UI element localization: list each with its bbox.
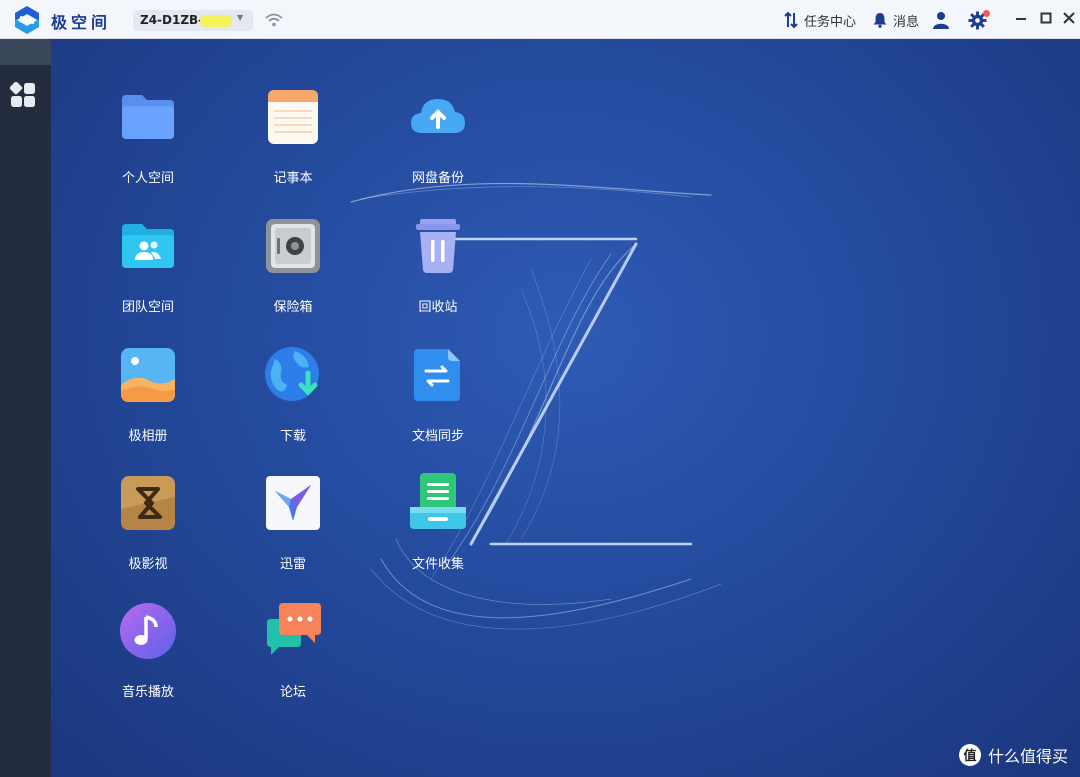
app-name: 极空间	[51, 13, 112, 32]
app-tile[interactable]: 下载	[238, 345, 348, 463]
user-icon[interactable]	[932, 11, 950, 29]
team-folder-icon	[122, 224, 174, 268]
app-label: 极影视	[128, 557, 168, 572]
app-tile[interactable]: 音乐播放	[93, 601, 203, 719]
app-label: 文档同步	[411, 429, 464, 444]
task-center-button[interactable]: 任务中心	[783, 10, 856, 30]
app-tile[interactable]: 文件收集	[383, 473, 493, 591]
forum-icon	[267, 603, 321, 655]
trash-icon	[416, 219, 460, 273]
device-name: Z4-D1ZB-	[140, 13, 204, 27]
app-label: 文件收集	[411, 557, 464, 572]
app-label: 记事本	[273, 171, 313, 186]
app-tile[interactable]: 个人空间	[93, 87, 203, 205]
app-label: 音乐播放	[121, 685, 174, 700]
thunder-bird-icon	[266, 476, 320, 530]
smzdm-logo-icon: 值	[958, 744, 981, 766]
app-tile[interactable]: 回收站	[383, 216, 493, 334]
settings-button[interactable]	[968, 10, 990, 30]
device-selector[interactable]: Z4-D1ZB- ▼	[133, 10, 253, 31]
notepad-icon	[268, 90, 318, 144]
bell-icon	[873, 13, 887, 28]
messages-label: 消息	[893, 14, 920, 30]
app-label: 网盘备份	[411, 171, 464, 186]
video-icon	[121, 476, 175, 530]
close-icon[interactable]	[1061, 10, 1077, 26]
watermark-text: 什么值得买	[987, 747, 1068, 766]
watermark: 值 什么值得买	[958, 743, 1068, 767]
app-label: 迅雷	[279, 557, 306, 572]
app-label: 团队空间	[121, 300, 174, 315]
messages-button[interactable]: 消息	[872, 10, 919, 30]
app-label: 回收站	[418, 300, 458, 315]
app-tile[interactable]: 保险箱	[238, 216, 348, 334]
app-tile[interactable]: 记事本	[238, 87, 348, 205]
file-collect-icon	[410, 473, 466, 529]
app-label: 论坛	[279, 685, 306, 700]
app-tile[interactable]: 团队空间	[93, 216, 203, 334]
folder-icon	[122, 95, 174, 139]
left-sidebar	[0, 39, 51, 777]
device-name-redaction	[200, 15, 232, 27]
task-center-label: 任务中心	[804, 14, 857, 30]
app-label: 极相册	[128, 429, 168, 444]
app-tile[interactable]: 迅雷	[238, 473, 348, 591]
music-icon	[120, 603, 176, 659]
chevron-down-icon: ▼	[237, 13, 244, 22]
app-label: 个人空间	[121, 171, 174, 186]
app-tile[interactable]: 网盘备份	[383, 87, 493, 205]
z-wallpaper-graphic	[350, 182, 722, 630]
globe-download-icon	[265, 347, 319, 401]
app-tile[interactable]: 文档同步	[383, 345, 493, 463]
app-logo-icon	[15, 6, 39, 34]
title-bar: 极空间 Z4-D1ZB- ▼ 任务中心 消息	[0, 0, 1080, 39]
app-tile[interactable]: 极相册	[93, 345, 203, 463]
transfer-arrows-icon	[784, 12, 798, 28]
svg-text:值: 值	[963, 748, 976, 764]
notification-badge	[983, 10, 990, 17]
safe-icon	[266, 219, 320, 273]
photo-album-icon	[121, 348, 175, 402]
app-label: 下载	[279, 429, 306, 444]
app-label: 保险箱	[273, 300, 313, 315]
sidebar-active-tab[interactable]	[0, 39, 51, 65]
cloud-upload-icon	[411, 99, 465, 133]
desktop: 个人空间 记事本 网盘备份 团队空间 保险箱 回收站 极相册 下载 文档同步 极…	[51, 39, 1080, 777]
apps-grid-icon[interactable]	[10, 82, 36, 108]
wifi-icon	[265, 13, 283, 27]
maximize-icon[interactable]	[1038, 10, 1054, 26]
app-tile[interactable]: 论坛	[238, 601, 348, 719]
app-tile[interactable]: 极影视	[93, 473, 203, 591]
doc-sync-icon	[414, 349, 460, 401]
minimize-icon[interactable]	[1013, 10, 1029, 26]
